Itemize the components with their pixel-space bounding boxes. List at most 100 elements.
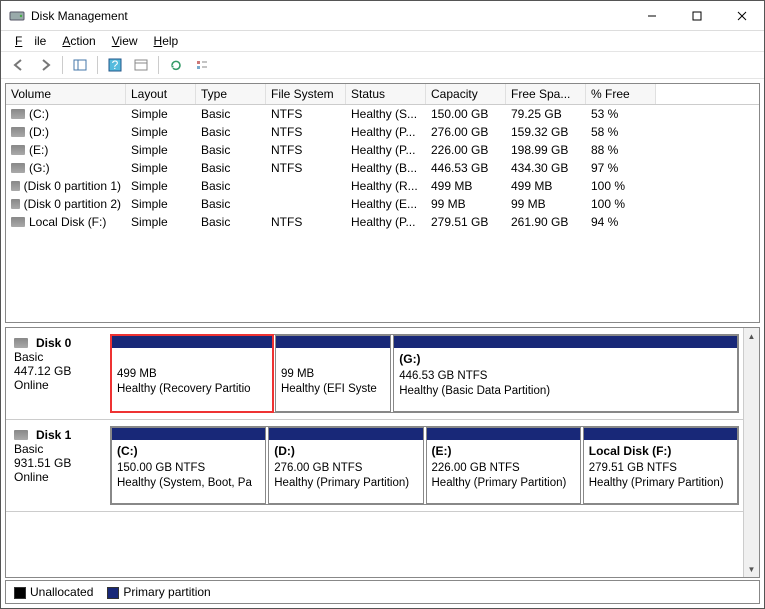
volume-icon (11, 217, 25, 227)
table-cell: Simple (126, 196, 196, 212)
table-cell: 88 % (586, 142, 656, 158)
menu-view[interactable]: View (106, 32, 144, 50)
menu-action[interactable]: Action (56, 32, 101, 50)
table-cell: 499 MB (426, 178, 506, 194)
table-cell: Basic (196, 178, 266, 194)
forward-button[interactable] (33, 54, 57, 76)
table-cell: 58 % (586, 124, 656, 140)
help-button[interactable]: ? (103, 54, 127, 76)
partition[interactable]: 99 MBHealthy (EFI Syste (275, 335, 391, 412)
disk-info[interactable]: Disk 1Basic931.51 GBOnline (10, 426, 106, 505)
col-volume[interactable]: Volume (6, 84, 126, 104)
partition-bar (427, 428, 580, 440)
table-cell: (C:) (6, 106, 126, 122)
table-row[interactable]: (E:)SimpleBasicNTFSHealthy (P...226.00 G… (6, 141, 759, 159)
table-cell: (Disk 0 partition 2) (6, 196, 126, 212)
disk-icon (14, 338, 28, 348)
close-button[interactable] (719, 1, 764, 30)
legend-primary: Primary partition (107, 585, 210, 599)
disk-graphic: 499 MBHealthy (Recovery Partitio99 MBHea… (110, 334, 739, 413)
partition-label: (E:)226.00 GB NTFSHealthy (Primary Parti… (427, 440, 580, 495)
col-layout[interactable]: Layout (126, 84, 196, 104)
table-cell: 446.53 GB (426, 160, 506, 176)
vertical-scrollbar[interactable]: ▲ ▼ (743, 328, 759, 577)
menu-help[interactable]: Help (148, 32, 185, 50)
col-pctfree[interactable]: % Free (586, 84, 656, 104)
col-filesystem[interactable]: File System (266, 84, 346, 104)
table-cell: Simple (126, 160, 196, 176)
col-free[interactable]: Free Spa... (506, 84, 586, 104)
table-cell: Local Disk (F:) (6, 214, 126, 230)
table-cell: Healthy (P... (346, 124, 426, 140)
table-cell: Healthy (E... (346, 196, 426, 212)
partition[interactable]: (E:)226.00 GB NTFSHealthy (Primary Parti… (426, 427, 581, 504)
table-cell: Healthy (P... (346, 142, 426, 158)
table-cell: 499 MB (506, 178, 586, 194)
settings-button[interactable] (129, 54, 153, 76)
maximize-button[interactable] (674, 1, 719, 30)
partition[interactable]: (C:)150.00 GB NTFSHealthy (System, Boot,… (111, 427, 266, 504)
table-row[interactable]: Local Disk (F:)SimpleBasicNTFSHealthy (P… (6, 213, 759, 231)
disk-graphic: (C:)150.00 GB NTFSHealthy (System, Boot,… (110, 426, 739, 505)
refresh-button[interactable] (164, 54, 188, 76)
table-cell: (D:) (6, 124, 126, 140)
table-cell: 100 % (586, 178, 656, 194)
partition[interactable]: (D:)276.00 GB NTFSHealthy (Primary Parti… (268, 427, 423, 504)
scroll-down-icon[interactable]: ▼ (744, 561, 759, 577)
scroll-up-icon[interactable]: ▲ (744, 328, 759, 344)
show-hide-tree-button[interactable] (68, 54, 92, 76)
menu-file[interactable]: File (9, 32, 52, 50)
minimize-button[interactable] (629, 1, 674, 30)
table-cell: Healthy (P... (346, 214, 426, 230)
col-type[interactable]: Type (196, 84, 266, 104)
table-cell: Basic (196, 214, 266, 230)
partition-bar (112, 428, 265, 440)
partition-bar (584, 428, 737, 440)
partition-bar (269, 428, 422, 440)
disk-management-window: Disk Management File Action View Help ? … (0, 0, 765, 609)
partition[interactable]: (G:)446.53 GB NTFSHealthy (Basic Data Pa… (393, 335, 738, 412)
table-cell: 99 MB (426, 196, 506, 212)
list-button[interactable] (190, 54, 214, 76)
disk-row: Disk 0Basic447.12 GBOnline499 MBHealthy … (6, 328, 743, 420)
table-cell: Healthy (B... (346, 160, 426, 176)
disk-info[interactable]: Disk 0Basic447.12 GBOnline (10, 334, 106, 413)
titlebar[interactable]: Disk Management (1, 1, 764, 31)
table-cell: 100 % (586, 196, 656, 212)
partition[interactable]: 499 MBHealthy (Recovery Partitio (111, 335, 273, 412)
table-row[interactable]: (C:)SimpleBasicNTFSHealthy (S...150.00 G… (6, 105, 759, 123)
table-cell: NTFS (266, 106, 346, 122)
volume-table-body: (C:)SimpleBasicNTFSHealthy (S...150.00 G… (6, 105, 759, 322)
volume-icon (11, 127, 25, 137)
table-row[interactable]: (Disk 0 partition 2)SimpleBasicHealthy (… (6, 195, 759, 213)
table-cell: 198.99 GB (506, 142, 586, 158)
table-cell: NTFS (266, 214, 346, 230)
table-row[interactable]: (D:)SimpleBasicNTFSHealthy (P...276.00 G… (6, 123, 759, 141)
partition-bar (276, 336, 390, 348)
svg-text:?: ? (112, 58, 119, 72)
back-button[interactable] (7, 54, 31, 76)
app-icon (9, 8, 25, 24)
table-cell: NTFS (266, 124, 346, 140)
table-cell: 434.30 GB (506, 160, 586, 176)
table-row[interactable]: (G:)SimpleBasicNTFSHealthy (B...446.53 G… (6, 159, 759, 177)
volume-icon (11, 163, 25, 173)
table-cell: Simple (126, 124, 196, 140)
table-cell (266, 196, 346, 212)
legend: Unallocated Primary partition (5, 580, 760, 604)
table-cell: Simple (126, 142, 196, 158)
partition[interactable]: Local Disk (F:)279.51 GB NTFSHealthy (Pr… (583, 427, 738, 504)
table-cell: Basic (196, 142, 266, 158)
volume-icon (11, 199, 20, 209)
col-capacity[interactable]: Capacity (426, 84, 506, 104)
partition-bar (394, 336, 737, 348)
table-cell: 261.90 GB (506, 214, 586, 230)
partition-label: (G:)446.53 GB NTFSHealthy (Basic Data Pa… (394, 348, 737, 403)
content-area: Volume Layout Type File System Status Ca… (1, 79, 764, 608)
table-cell: Simple (126, 214, 196, 230)
partition-label: Local Disk (F:)279.51 GB NTFSHealthy (Pr… (584, 440, 737, 495)
table-cell: Simple (126, 106, 196, 122)
table-cell: 159.32 GB (506, 124, 586, 140)
col-status[interactable]: Status (346, 84, 426, 104)
table-row[interactable]: (Disk 0 partition 1)SimpleBasicHealthy (… (6, 177, 759, 195)
